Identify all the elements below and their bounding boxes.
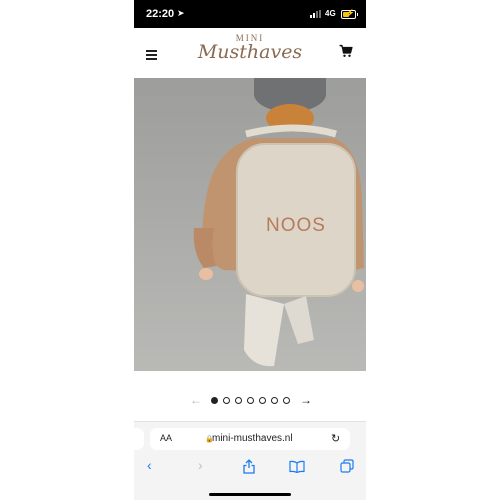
network-type: 4G: [325, 9, 336, 18]
carousel-next-arrow[interactable]: →: [300, 393, 312, 407]
status-time: 22:20: [146, 8, 175, 20]
child-backpack-illustration: NOOS: [134, 78, 366, 371]
back-icon[interactable]: ‹: [147, 457, 152, 473]
shopping-cart-icon[interactable]: [339, 44, 353, 58]
tabs-icon[interactable]: [340, 459, 354, 473]
phone-screen: 22:20 ➤ 4G ⚡ MINI Musthaves NOOS ← → AA …: [134, 0, 366, 500]
carousel-prev-arrow[interactable]: ←: [190, 393, 202, 407]
carousel-controls: ← →: [134, 393, 366, 409]
forward-icon[interactable]: ›: [198, 457, 203, 473]
reload-icon[interactable]: ↻: [331, 432, 340, 445]
carousel-dot[interactable]: [283, 397, 290, 404]
address-bar[interactable]: AA 🔒 mini-musthaves.nl ↻: [150, 428, 350, 450]
carousel-dot[interactable]: [235, 397, 242, 404]
carousel-dot[interactable]: [259, 397, 266, 404]
status-bar: 22:20 ➤ 4G ⚡: [134, 0, 366, 28]
carousel-dot[interactable]: [223, 397, 230, 404]
cellular-signal-icon: [310, 10, 322, 18]
browser-toolbar: ‹ ›: [134, 457, 366, 477]
previous-tab-peek[interactable]: [134, 428, 144, 450]
text-size-button[interactable]: AA: [160, 433, 172, 443]
backpack-text: NOOS: [266, 215, 326, 236]
carousel-dot[interactable]: [271, 397, 278, 404]
url-text[interactable]: mini-musthaves.nl: [212, 433, 293, 444]
browser-bar: AA 🔒 mini-musthaves.nl ↻ ‹ ›: [134, 421, 366, 500]
battery-icon: ⚡: [341, 10, 358, 19]
site-header: MINI Musthaves: [134, 28, 366, 78]
bookmarks-icon[interactable]: [289, 460, 305, 473]
charging-icon: ⚡: [346, 10, 355, 17]
product-image[interactable]: NOOS: [134, 78, 366, 371]
home-indicator[interactable]: [209, 493, 291, 496]
carousel-dot[interactable]: [247, 397, 254, 404]
location-arrow-icon: ➤: [177, 8, 185, 18]
share-icon[interactable]: [242, 459, 256, 474]
carousel-dot[interactable]: [211, 397, 218, 404]
logo-musthaves[interactable]: Musthaves: [134, 41, 366, 63]
